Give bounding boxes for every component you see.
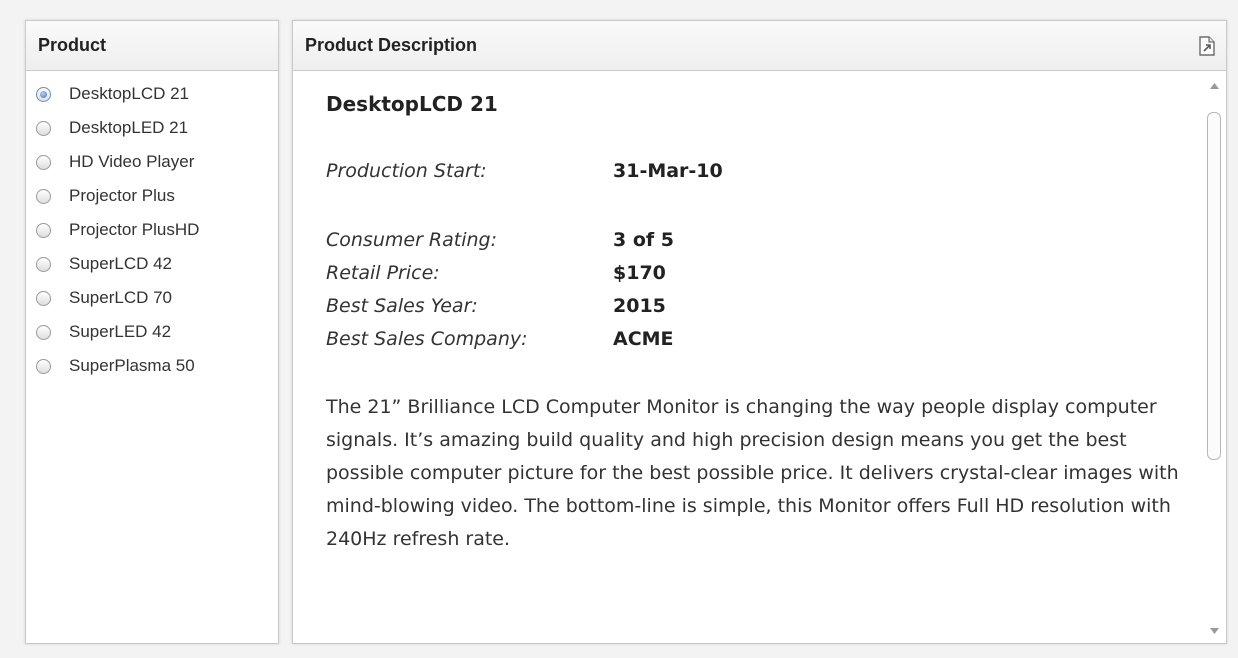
spec-label: Production Start: bbox=[326, 159, 487, 182]
spec-row: Best Sales Company: ACME bbox=[326, 322, 1202, 355]
description-content: DesktopLCD 21 Production Start: 31-Mar-1… bbox=[294, 72, 1202, 643]
radio-button[interactable] bbox=[36, 256, 51, 272]
radio-button[interactable] bbox=[36, 120, 51, 136]
product-description-panel: Product Description DesktopLCD 21 Produc… bbox=[292, 20, 1227, 644]
product-radio-item[interactable]: Projector PlusHD bbox=[26, 213, 278, 247]
product-radio-label: SuperLED 42 bbox=[69, 322, 172, 341]
radio-button[interactable] bbox=[36, 188, 51, 204]
product-description-text: The 21” Brilliance LCD Computer Monitor … bbox=[326, 396, 1179, 550]
product-radio-label: Projector PlusHD bbox=[69, 220, 200, 239]
scroll-up-arrow-icon[interactable] bbox=[1202, 76, 1226, 96]
product-radio-label: Projector Plus bbox=[69, 186, 175, 205]
spec-label: Retail Price: bbox=[326, 261, 440, 284]
product-radio-label: SuperLCD 70 bbox=[69, 288, 173, 307]
spec-label: Best Sales Company: bbox=[326, 327, 528, 350]
product-radio-label: DesktopLED 21 bbox=[69, 118, 189, 137]
spec-value: 2015 bbox=[613, 294, 666, 317]
spec-label: Best Sales Year: bbox=[326, 294, 478, 317]
spec-row: Best Sales Year: 2015 bbox=[326, 289, 1202, 322]
description-panel-title: Product Description bbox=[305, 35, 478, 55]
radio-button[interactable] bbox=[36, 324, 51, 340]
spec-row: Retail Price: $170 bbox=[326, 256, 1202, 289]
radio-button[interactable] bbox=[36, 222, 51, 238]
radio-button[interactable] bbox=[36, 290, 51, 306]
product-radio-item[interactable]: SuperPlasma 50 bbox=[26, 349, 278, 383]
export-document-icon[interactable] bbox=[1196, 35, 1218, 57]
product-radio-label: DesktopLCD 21 bbox=[69, 84, 190, 103]
radio-button[interactable] bbox=[36, 154, 51, 170]
production-start-row: Production Start: 31-Mar-10 bbox=[326, 154, 1202, 187]
scroll-down-arrow-icon[interactable] bbox=[1202, 621, 1226, 641]
scrollbar-thumb[interactable] bbox=[1207, 112, 1221, 460]
product-radio-item[interactable]: DesktopLCD 21 bbox=[26, 77, 278, 111]
product-radio-item[interactable]: SuperLCD 42 bbox=[26, 247, 278, 281]
spec-value: ACME bbox=[613, 327, 674, 350]
spec-row: Consumer Rating: 3 of 5 bbox=[326, 223, 1202, 256]
product-radio-label: HD Video Player bbox=[69, 152, 195, 171]
product-radio-item[interactable]: HD Video Player bbox=[26, 145, 278, 179]
product-radio-label: SuperLCD 42 bbox=[69, 254, 173, 273]
spec-value: $170 bbox=[613, 261, 666, 284]
product-radio-item[interactable]: SuperLCD 70 bbox=[26, 281, 278, 315]
product-radio-item[interactable]: Projector Plus bbox=[26, 179, 278, 213]
product-panel: Product DesktopLCD 21 DesktopLED 21 HD V… bbox=[25, 20, 279, 644]
product-panel-header: Product bbox=[26, 21, 278, 71]
vertical-scrollbar[interactable] bbox=[1202, 72, 1226, 643]
product-name: DesktopLCD 21 bbox=[326, 92, 498, 116]
spec-value: 31-Mar-10 bbox=[613, 159, 723, 182]
product-radio-label: SuperPlasma 50 bbox=[69, 356, 195, 375]
radio-button[interactable] bbox=[36, 358, 51, 374]
product-radio-list: DesktopLCD 21 DesktopLED 21 HD Video Pla… bbox=[26, 71, 278, 383]
spec-value: 3 of 5 bbox=[613, 228, 674, 251]
spec-label: Consumer Rating: bbox=[326, 228, 497, 251]
product-radio-item[interactable]: DesktopLED 21 bbox=[26, 111, 278, 145]
product-radio-item[interactable]: SuperLED 42 bbox=[26, 315, 278, 349]
radio-button-selected[interactable] bbox=[36, 86, 51, 102]
description-panel-header: Product Description bbox=[293, 21, 1226, 71]
